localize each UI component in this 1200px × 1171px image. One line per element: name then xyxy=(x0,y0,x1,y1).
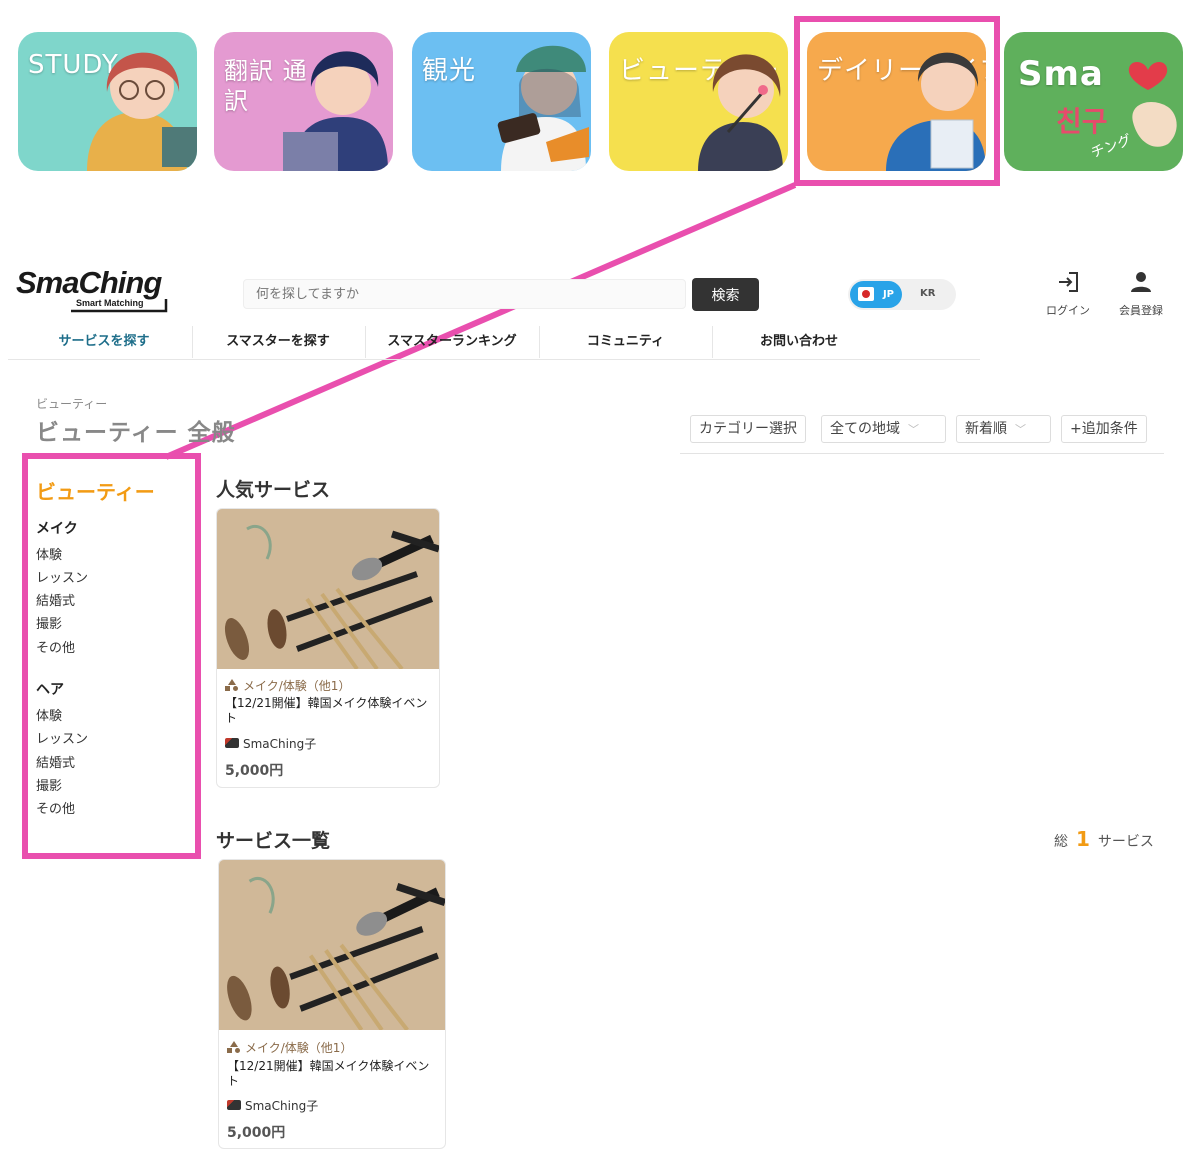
sidebar-link-hair-photo[interactable]: 撮影 xyxy=(36,775,62,794)
sidebar-link-makeup-experience[interactable]: 体験 xyxy=(36,544,62,563)
service-author-name: SmaChing子 xyxy=(243,737,317,751)
heart-hand-icon xyxy=(1128,61,1177,147)
category-shapes-icon xyxy=(225,679,238,691)
category-shapes-icon xyxy=(227,1041,240,1053)
japan-flag-icon xyxy=(858,287,874,301)
tile-translation[interactable]: 翻訳 通訳 xyxy=(214,32,393,171)
region-select-label: 全ての地域 xyxy=(830,421,900,437)
site-logo[interactable]: SmaChing Smart Matching xyxy=(16,265,172,317)
nav-find-services[interactable]: サービスを探す xyxy=(18,326,190,358)
tile-daily-life[interactable]: デイリーライフ xyxy=(807,32,986,171)
sidebar-link-makeup-other[interactable]: その他 xyxy=(36,637,75,656)
service-price: 5,000円 xyxy=(227,1125,286,1141)
beauty-girl-illustration xyxy=(698,54,783,171)
category-select-button[interactable]: カテゴリー選択 xyxy=(690,415,806,443)
author-avatar-icon xyxy=(225,738,239,748)
login-link[interactable]: ログイン xyxy=(1038,270,1098,318)
chevron-down-icon: ﹀ xyxy=(1015,423,1026,436)
sidebar-title[interactable]: ビューティー xyxy=(36,476,155,505)
sidebar-group-hair[interactable]: ヘア xyxy=(36,679,64,699)
page-title: ビューティー 全般 xyxy=(36,420,236,446)
sidebar-link-makeup-lesson[interactable]: レッスン xyxy=(36,567,88,586)
tile-study[interactable]: STUDY xyxy=(18,32,197,171)
sort-select[interactable]: 新着順 ﹀ xyxy=(956,415,1051,443)
tile-beauty[interactable]: ビューティー xyxy=(609,32,788,171)
main-nav: サービスを探す スマスターを探す スマスターランキング コミュニティ お問い合わ… xyxy=(8,322,980,360)
search-input[interactable] xyxy=(243,279,686,309)
service-price: 5,000円 xyxy=(225,763,284,779)
tile-chingu-korean: 친구 xyxy=(1056,105,1108,138)
service-category-label: メイク/体験（他1） xyxy=(245,1041,353,1055)
service-category: メイク/体験（他1） xyxy=(225,677,350,694)
more-conditions-button[interactable]: +追加条件 xyxy=(1061,415,1147,443)
sidebar-link-hair-lesson[interactable]: レッスン xyxy=(36,728,88,747)
service-thumbnail xyxy=(217,509,439,669)
user-icon xyxy=(1131,272,1151,292)
service-card[interactable]: メイク/体験（他1） 【12/21開催】韓国メイク体験イベント SmaChing… xyxy=(216,508,440,788)
study-girl-illustration xyxy=(87,52,197,171)
service-title[interactable]: 【12/21開催】韓国メイク体験イベント xyxy=(227,1059,437,1089)
sort-select-label: 新着順 xyxy=(965,421,1007,437)
language-toggle[interactable]: JP KR xyxy=(848,279,956,310)
sidebar-group-makeup[interactable]: メイク xyxy=(36,518,78,538)
service-title[interactable]: 【12/21開催】韓国メイク体験イベント xyxy=(225,696,435,726)
makeup-brushes-image xyxy=(217,509,439,669)
makeup-brushes-image xyxy=(219,860,445,1030)
total-prefix: 総 xyxy=(1054,834,1068,850)
sidebar-link-makeup-photo[interactable]: 撮影 xyxy=(36,613,62,632)
lang-jp-label: JP xyxy=(882,289,894,300)
lang-kr-option[interactable]: KR xyxy=(920,288,935,299)
login-label: ログイン xyxy=(1046,304,1090,317)
lang-jp-option[interactable]: JP xyxy=(850,281,902,308)
service-author: SmaChing子 xyxy=(225,735,316,752)
logo-underline-icon xyxy=(71,299,168,313)
search-button[interactable]: 検索 xyxy=(692,278,759,311)
highlight-connector-line xyxy=(164,182,797,460)
sidebar-link-hair-other[interactable]: その他 xyxy=(36,798,75,817)
breadcrumb[interactable]: ビューティー xyxy=(36,395,107,412)
login-icon xyxy=(1059,272,1078,292)
register-link[interactable]: 会員登録 xyxy=(1111,270,1171,318)
service-card[interactable]: メイク/体験（他1） 【12/21開催】韓国メイク体験イベント SmaChing… xyxy=(218,859,446,1149)
tile-sightseeing-label: 観光 xyxy=(422,56,477,86)
sidebar-link-hair-wedding[interactable]: 結婚式 xyxy=(36,752,75,771)
total-service-count: 総 1 サービス xyxy=(1054,827,1154,851)
category-select-label: カテゴリー選択 xyxy=(699,421,797,437)
tile-sma-chingu[interactable]: Sma 친구 チング xyxy=(1004,32,1183,171)
total-count: 1 xyxy=(1076,827,1090,851)
daily-life-boy-illustration xyxy=(886,52,986,171)
service-category: メイク/体験（他1） xyxy=(227,1039,352,1056)
register-label: 会員登録 xyxy=(1119,304,1163,317)
tile-sma-label: Sma xyxy=(1018,54,1104,94)
nav-smaster-ranking[interactable]: スマスターランキング xyxy=(365,326,539,358)
sidebar-link-makeup-wedding[interactable]: 結婚式 xyxy=(36,590,75,609)
sidebar-link-hair-experience[interactable]: 体験 xyxy=(36,705,62,724)
filter-divider xyxy=(680,453,1164,454)
service-author-name: SmaChing子 xyxy=(245,1099,319,1113)
service-thumbnail xyxy=(219,860,445,1030)
translator-boy-illustration xyxy=(283,51,388,171)
chevron-down-icon: ﹀ xyxy=(908,423,919,436)
traveler-girl-illustration xyxy=(497,45,589,171)
nav-find-smasters[interactable]: スマスターを探す xyxy=(192,326,364,358)
tile-sightseeing[interactable]: 観光 xyxy=(412,32,591,171)
nav-community[interactable]: コミュニティ xyxy=(539,326,712,358)
total-suffix: サービス xyxy=(1097,834,1154,850)
service-list-title: サービス一覧 xyxy=(216,830,331,852)
region-select[interactable]: 全ての地域 ﹀ xyxy=(821,415,946,443)
service-category-label: メイク/体験（他1） xyxy=(243,679,351,693)
service-author: SmaChing子 xyxy=(227,1097,318,1114)
more-conditions-label: +追加条件 xyxy=(1070,421,1138,437)
author-avatar-icon xyxy=(227,1100,241,1110)
popular-services-title: 人気サービス xyxy=(216,479,331,501)
nav-contact[interactable]: お問い合わせ xyxy=(712,326,886,358)
